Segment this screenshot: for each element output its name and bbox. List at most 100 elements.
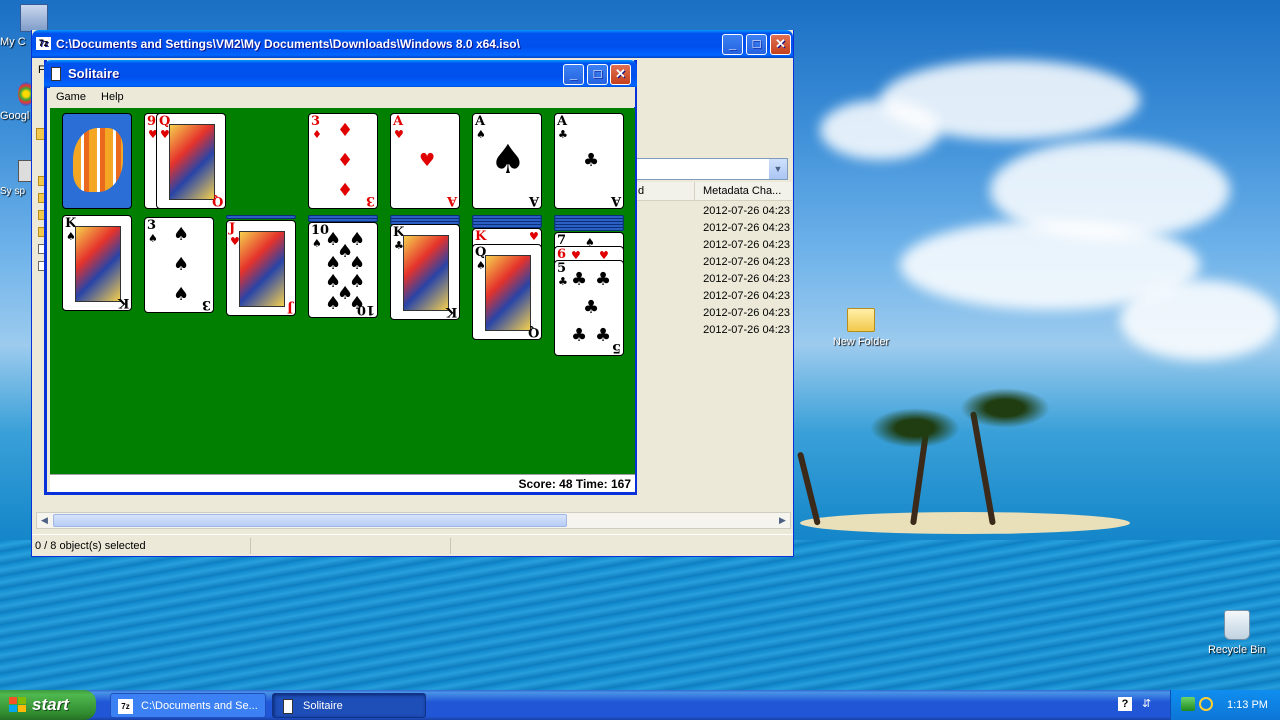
card-suit: ♣ (571, 269, 588, 290)
face-down-card (226, 215, 296, 219)
status-bar: 0 / 8 object(s) selected (32, 534, 793, 556)
recycle-bin-icon (1224, 610, 1250, 640)
clock[interactable]: 1:13 PM (1227, 690, 1268, 720)
tableau-5-top-card[interactable]: K ♣ K (390, 224, 460, 320)
solitaire-menubar: Game Help (50, 87, 635, 107)
foundation-4[interactable]: A ♣ ♣ A (554, 113, 624, 209)
tableau-4-top-card[interactable]: 10 ♠ ♠ ♠ ♠ ♠ ♠ ♠ ♠ ♠ ♠ ♠ 10 (308, 222, 378, 318)
card-rank: A (557, 114, 568, 129)
king-face-icon (403, 235, 449, 311)
palm-leaves (870, 408, 960, 448)
desktop-icon-label: Googl (0, 110, 30, 122)
card-rank: 3 (147, 218, 157, 233)
help-icon[interactable]: ? (1118, 697, 1132, 711)
divider (450, 538, 451, 554)
king-face-icon (75, 226, 121, 302)
desktop-icon-google[interactable]: Googl (0, 82, 34, 122)
maximize-button[interactable]: □ (746, 34, 767, 55)
tableau-2-top-card[interactable]: 3 ♠ ♠ ♠ ♠ 3 (144, 217, 214, 313)
foundation-2[interactable]: A ♥ ♥ A (390, 113, 460, 209)
solitaire-window: Solitaire _ □ ✕ Game Help 9 ♥ Q ♥ Q 3 ♦ … (44, 60, 637, 495)
minimize-button[interactable]: _ (722, 34, 743, 55)
maximize-button[interactable]: □ (587, 64, 608, 85)
card-rank: Q (211, 193, 223, 208)
scroll-left-icon[interactable]: ◀ (37, 513, 52, 528)
cloud (820, 100, 940, 160)
card-suit: ♣ (558, 128, 568, 141)
card-rank: 5 (557, 261, 567, 276)
card-rank: K (475, 229, 487, 244)
close-button[interactable]: ✕ (610, 64, 631, 85)
system-icon (18, 160, 32, 182)
7zip-icon: 7z (118, 699, 133, 714)
shield-icon[interactable] (1181, 697, 1195, 711)
start-label: start (32, 695, 69, 714)
card-suit: ♣ (583, 297, 600, 318)
jack-face-icon (239, 231, 285, 307)
stock-pile[interactable] (62, 113, 132, 209)
system-tray: 1:13 PM (1170, 690, 1280, 720)
card-suit: ♣ (595, 325, 612, 346)
taskbar-button-label: C:\Documents and Se... (141, 700, 258, 712)
desktop-icon-label: Sy sp (0, 186, 26, 197)
face-down-card (554, 227, 624, 231)
horizontal-scrollbar[interactable]: ◀ ▶ (36, 512, 791, 529)
column-header-metadata[interactable]: Metadata Cha... (694, 182, 792, 201)
explorer-titlebar[interactable]: 7z C:\Documents and Settings\VM2\My Docu… (32, 30, 793, 58)
card-rank: 9 (147, 114, 157, 129)
close-button[interactable]: ✕ (770, 34, 791, 55)
start-button[interactable]: start (0, 690, 96, 720)
desktop-icon-label: My C (0, 36, 26, 48)
flag-red (9, 697, 17, 704)
flag-green (18, 697, 26, 704)
foundation-1[interactable]: 3 ♦ ♦ ♦ ♦ 3 (308, 113, 378, 209)
foundation-3[interactable]: A ♠ ♠ A (472, 113, 542, 209)
card-suit: ♦ (312, 128, 322, 141)
folder-icon (847, 308, 875, 332)
desktop-icon-label: Recycle Bin (1207, 644, 1267, 656)
desktop-icon-recycle-bin[interactable]: Recycle Bin (1200, 610, 1274, 656)
divider (250, 538, 251, 554)
card-suit: ♠ (476, 128, 486, 141)
card-suit: ♠ (325, 293, 342, 314)
tableau-1-top-card[interactable]: K ♠ K (62, 215, 132, 311)
computer-icon (20, 4, 48, 32)
column-header[interactable]: d (636, 182, 694, 201)
desktop-icon-new-folder[interactable]: New Folder (824, 308, 898, 348)
tableau-3-top-card[interactable]: J ♥ J (226, 220, 296, 316)
card-suit: ♠ (173, 224, 190, 245)
menu-game[interactable]: Game (50, 91, 92, 103)
card-table: 9 ♥ Q ♥ Q 3 ♦ ♦ ♦ ♦ 3 A ♥ ♥ A A ♠ ♠ A A … (50, 108, 635, 474)
card-suit: ♣ (583, 150, 600, 171)
chevron-down-icon[interactable]: ▼ (769, 159, 787, 179)
date-cell: 2012-07-26 04:23 (703, 205, 790, 217)
tableau-7-top-card[interactable]: 5 ♣ ♣ ♣ ♣ ♣ ♣ 5 (554, 260, 624, 356)
taskbar-button-explorer[interactable]: 7z C:\Documents and Se... (110, 693, 266, 718)
sea (0, 540, 1280, 690)
palm-trunk (796, 451, 821, 526)
waste-top-card[interactable]: Q ♥ Q (156, 113, 226, 209)
scroll-right-icon[interactable]: ▶ (775, 513, 790, 528)
solitaire-titlebar[interactable]: Solitaire _ □ ✕ (44, 60, 637, 88)
card-suit: ♥ (529, 230, 539, 243)
taskbar-button-solitaire[interactable]: Solitaire (272, 693, 426, 718)
card-rank: J (229, 221, 236, 236)
card-rank: 10 (356, 302, 375, 317)
card-suit: ♣ (571, 325, 588, 346)
card-suit: ♥ (419, 150, 436, 171)
menu-help[interactable]: Help (95, 91, 130, 103)
cloud (1120, 280, 1280, 360)
search-icon[interactable] (1199, 697, 1213, 711)
card-suit: ♦ (337, 150, 354, 171)
minimize-button[interactable]: _ (563, 64, 584, 85)
card-rank: A (393, 114, 404, 129)
card-rank: K (445, 304, 457, 319)
desktop-icon-system[interactable]: Sy sp (0, 160, 32, 197)
card-rank: 3 (201, 297, 211, 312)
date-cell: 2012-07-26 04:23 (703, 222, 790, 234)
network-icon[interactable]: ⇵ (1142, 696, 1156, 712)
tableau-6-top-card[interactable]: Q ♠ Q (472, 244, 542, 340)
scroll-thumb[interactable] (53, 514, 567, 527)
address-combo[interactable]: ▼ (636, 158, 788, 180)
flag-yellow (18, 705, 26, 712)
